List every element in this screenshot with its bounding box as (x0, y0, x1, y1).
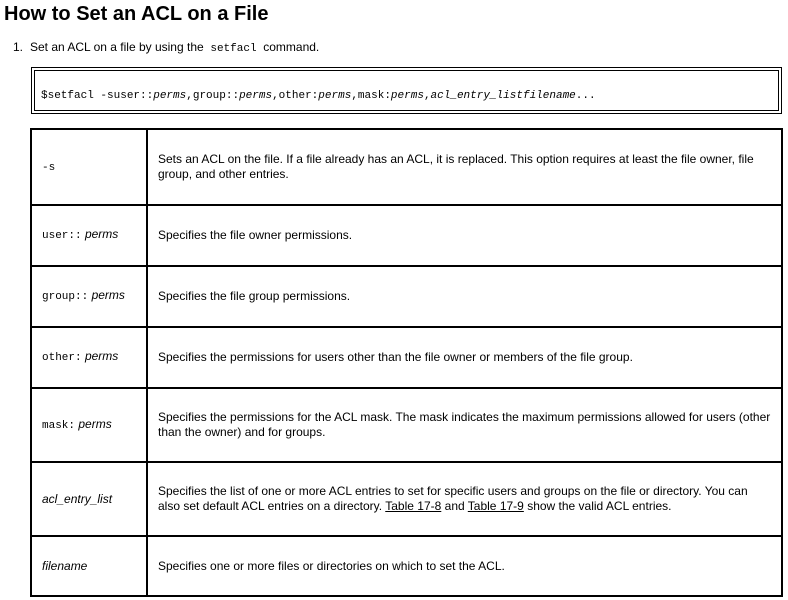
command-line: $ setfacl -s user:: perms ,group:: perms… (34, 70, 779, 111)
cmd-perms-3: perms (318, 89, 352, 102)
cmd-perms-2: perms (239, 89, 273, 102)
option-mono: user:: (42, 230, 82, 242)
option-name: group:: perms (30, 265, 148, 328)
cmd-prompt: $ (41, 89, 48, 102)
cmd-perms-1: perms (153, 89, 187, 102)
option-mono: group:: (42, 291, 89, 303)
cmd-filename: filename (522, 89, 576, 102)
option-description: Specifies the permissions for the ACL ma… (146, 387, 783, 463)
option-mono: -s (42, 161, 56, 174)
cmd-user: user:: (113, 89, 154, 102)
cmd-ellipsis: ... (575, 89, 596, 102)
step-command-name: setfacl (210, 43, 257, 55)
option-name: acl_entry_list (30, 461, 148, 537)
table-row: filename Specifies one or more files or … (30, 535, 783, 597)
option-italic: perms (84, 227, 119, 241)
option-name: filename (30, 535, 148, 597)
option-mono: mask: (42, 419, 76, 432)
table-row: group:: perms Specifies the file group p… (30, 265, 783, 328)
table-row: -s Sets an ACL on the file. If a file al… (30, 128, 783, 206)
option-name: mask: perms (30, 387, 148, 463)
table-17-9-link[interactable]: Table 17-9 (468, 499, 524, 513)
option-description: Specifies the file group permissions. (146, 265, 783, 328)
option-italic: perms (78, 416, 112, 431)
command-box: $ setfacl -s user:: perms ,group:: perms… (31, 67, 782, 114)
cmd-mask: ,mask: (351, 89, 391, 102)
option-description: Specifies the permissions for users othe… (146, 326, 783, 389)
cmd-acl-entry-list: acl_entry_list (430, 89, 523, 102)
option-italic: perms (84, 349, 119, 363)
option-italic: filename (42, 558, 88, 573)
option-mono: other: (42, 352, 82, 364)
step-number: 1. (13, 40, 24, 54)
table-row: mask: perms Specifies the permissions fo… (30, 387, 783, 463)
desc-after: show the valid ACL entries. (527, 499, 672, 513)
table-row: user:: perms Specifies the file owner pe… (30, 204, 783, 267)
option-name: -s (30, 128, 148, 206)
option-description: Specifies the list of one or more ACL en… (146, 461, 783, 537)
cmd-group: ,group:: (186, 89, 240, 102)
cmd-sep: , (423, 89, 431, 102)
option-description: Sets an ACL on the file. If a file alrea… (146, 128, 783, 206)
option-name: other: perms (30, 326, 148, 389)
cmd-name: setfacl -s (47, 89, 114, 102)
table-17-8-link[interactable]: Table 17-8 (385, 499, 441, 513)
cmd-other: ,other: (272, 89, 319, 102)
options-table: -s Sets an ACL on the file. If a file al… (30, 128, 783, 597)
option-italic: acl_entry_list (42, 491, 113, 506)
table-row: acl_entry_list Specifies the list of one… (30, 461, 783, 537)
option-description: Specifies one or more files or directori… (146, 535, 783, 597)
desc-mid: and (444, 499, 465, 513)
step-text-before: Set an ACL on a file by using the (30, 40, 204, 54)
page-title: How to Set an ACL on a File (4, 3, 269, 25)
option-description: Specifies the file owner permissions. (146, 204, 783, 267)
step-1: 1. Set an ACL on a file by using the setf… (13, 39, 319, 57)
table-row: other: perms Specifies the permissions f… (30, 326, 783, 389)
page: How to Set an ACL on a File 1. Set an ACL… (0, 0, 788, 600)
step-text-after: command. (263, 40, 320, 54)
option-name: user:: perms (30, 204, 148, 267)
cmd-perms-4: perms (390, 89, 424, 102)
option-italic: perms (91, 288, 125, 302)
